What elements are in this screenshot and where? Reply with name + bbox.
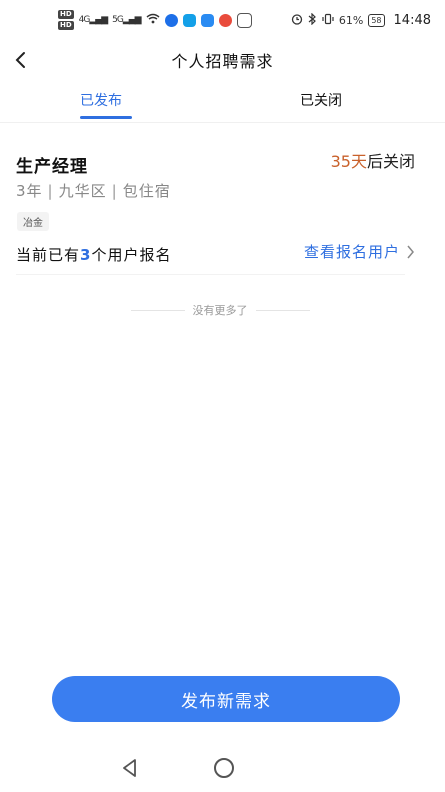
industry-tag: 冶金 (17, 212, 49, 231)
meta-separator: | (47, 182, 54, 200)
weibo-icon (218, 13, 232, 27)
signal-icon-2: 5G▂▄▆ (112, 15, 141, 25)
applicants-suffix: 个用户报名 (91, 246, 172, 264)
signal-icon-1: 4G▂▄▆ (78, 15, 108, 25)
close-suffix: 后关闭 (366, 152, 415, 171)
applicants-prefix: 当前已有 (16, 246, 81, 264)
clock-time: 14:48 (393, 12, 431, 28)
view-applicants-link[interactable]: 查看报名用户 (304, 241, 415, 262)
close-countdown: 35天后关闭 (331, 148, 415, 172)
nav-home-icon[interactable] (214, 758, 234, 778)
system-nav-bar (0, 750, 445, 792)
card-divider (16, 274, 405, 275)
tab-bar: 已发布 已关闭 (0, 82, 445, 123)
hd-indicators: HD HD (58, 10, 74, 30)
job-card[interactable]: 生产经理 35天后关闭 3年 | 九华区 | 包住宿 冶金 当前已有3个用户报名 查看报… (0, 126, 445, 286)
battery-percent: 61% (338, 13, 364, 27)
back-button[interactable] (8, 46, 34, 74)
app-notification-icon-1 (164, 13, 178, 27)
tab-closed[interactable]: 已关闭 (300, 90, 342, 110)
job-meta: 3年 | 九华区 | 包住宿 (16, 180, 171, 201)
job-experience: 3年 (16, 182, 43, 200)
hd-badge-1: HD (58, 10, 74, 19)
divider-line-right (255, 309, 310, 311)
applicant-count-text: 当前已有3个用户报名 (16, 244, 171, 265)
app-notification-icon-3 (200, 13, 214, 27)
page-header: 个人招聘需求 (0, 42, 445, 78)
battery-icon: 58 (368, 13, 385, 27)
job-title: 生产经理 (16, 157, 88, 177)
divider-line-left (130, 309, 185, 311)
page-title: 个人招聘需求 (171, 52, 274, 71)
wifi-icon (146, 13, 160, 27)
status-left: HD HD 4G▂▄▆ 5G▂▄▆ (58, 10, 252, 30)
list-end-text: 没有更多了 (192, 304, 248, 317)
app-notification-icon-4 (236, 12, 252, 28)
list-end-indicator: 没有更多了 (120, 302, 320, 318)
status-right: 61% 58 14:48 (291, 12, 431, 28)
vibrate-icon (322, 13, 334, 28)
publish-new-button[interactable]: 发布新需求 (52, 676, 400, 722)
chevron-right-icon (407, 245, 414, 258)
job-district: 九华区 (58, 182, 107, 200)
hd-badge-2: HD (58, 21, 74, 30)
meta-separator: | (111, 182, 118, 200)
applicants-count: 3 (80, 246, 92, 264)
nav-back-icon[interactable] (118, 756, 142, 780)
app-notification-icon-2 (182, 13, 196, 27)
active-tab-indicator (80, 116, 132, 119)
job-benefit: 包住宿 (122, 182, 171, 200)
status-bar: HD HD 4G▂▄▆ 5G▂▄▆ 61% 58 14:48 (0, 0, 445, 40)
chevron-left-icon (15, 52, 25, 68)
close-days: 35天 (330, 152, 367, 171)
bluetooth-icon (308, 12, 317, 28)
alarm-icon (291, 13, 303, 28)
tab-published[interactable]: 已发布 (80, 90, 122, 110)
view-applicants-label: 查看报名用户 (303, 243, 400, 261)
